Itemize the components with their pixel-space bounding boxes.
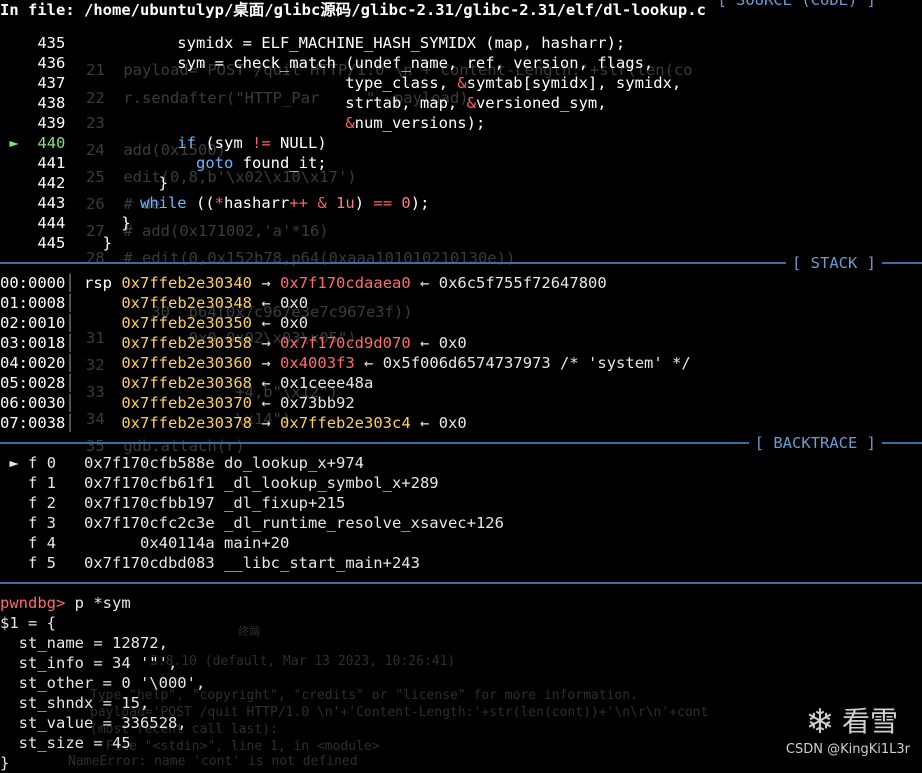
watermark-credit: CSDN @KingKi1L3r bbox=[785, 742, 910, 757]
console-output-line: st_info = 34 '"', bbox=[0, 654, 178, 672]
source-line: 435 symidx = ELF_MACHINE_HASH_SYMIDX (ma… bbox=[37, 34, 626, 52]
source-section-title: [ SOURCE (CODE) ] bbox=[711, 0, 882, 10]
source-line: 437 type_class, &symtab[symidx], symidx, bbox=[37, 74, 682, 92]
stack-row: 07:0038│ 0x7ffeb2e30378 → 0x7ffeb2e303c4… bbox=[0, 414, 467, 432]
stack-row: 06:0030│ 0x7ffeb2e30370 ← 0x73bb92 bbox=[0, 394, 355, 412]
stack-row: 04:0020│ 0x7ffeb2e30360 → 0x4003f3 ← 0x5… bbox=[0, 354, 691, 372]
stack-row: 02:0010│ 0x7ffeb2e30350 ← 0x0 bbox=[0, 314, 309, 332]
current-frame-marker: ► bbox=[9, 454, 19, 472]
snowflake-icon: ❄ bbox=[805, 702, 834, 742]
source-line: 438 strtab, map, &versioned_sym, bbox=[37, 94, 607, 112]
console-output-line: st_other = 0 '\000', bbox=[0, 674, 206, 692]
console-output-line: st_value = 336528, bbox=[0, 714, 187, 732]
console-divider bbox=[0, 582, 922, 584]
source-line: 441 goto found_it; bbox=[37, 154, 327, 172]
console-output-line: st_size = 45 bbox=[0, 734, 131, 752]
backtrace-frame: f 3 0x7f170cfc2c3e _dl_runtime_resolve_x… bbox=[28, 514, 504, 532]
stack-row: 03:0018│ 0x7ffeb2e30358 → 0x7f170cd9d070… bbox=[0, 334, 467, 352]
current-line-marker: ► bbox=[9, 134, 19, 152]
console-input-line[interactable]: pwndbg> p *sym bbox=[0, 593, 131, 613]
source-line: 436 sym = check_match (undef_name, ref, … bbox=[37, 54, 654, 72]
watermark-brand: ❄ 看雪 bbox=[805, 702, 898, 742]
stack-row: 00:0000│ rsp 0x7ffeb2e30340 → 0x7f170cda… bbox=[0, 274, 607, 292]
backtrace-frame: f 2 0x7f170cfbb197 _dl_fixup+215 bbox=[28, 494, 346, 512]
console-output-line: st_name = 12872, bbox=[0, 634, 168, 652]
source-line: 442 } bbox=[37, 174, 168, 192]
console-prompt: pwndbg> bbox=[0, 594, 66, 612]
stack-divider bbox=[0, 262, 922, 264]
stack-section-title: [ STACK ] bbox=[786, 253, 882, 273]
file-label: In file: bbox=[0, 1, 84, 19]
console-command[interactable]: p *sym bbox=[65, 594, 131, 612]
ghost-terminal-line: NameError: name 'cont' is not defined bbox=[68, 754, 358, 769]
backtrace-frame: f 1 0x7f170cfb61f1 _dl_lookup_symbol_x+2… bbox=[28, 474, 439, 492]
file-path: /home/ubuntulyp/桌面/glibc源码/glibc-2.31/gl… bbox=[84, 1, 706, 19]
console-output-line: } bbox=[0, 754, 10, 772]
backtrace-section-title: [ BACKTRACE ] bbox=[748, 433, 882, 453]
console-output-line: $1 = { bbox=[0, 614, 56, 632]
source-line: 444 } bbox=[37, 214, 131, 232]
stack-row: 05:0028│ 0x7ffeb2e30368 ← 0x1ceee48a bbox=[0, 374, 374, 392]
console-output-line: st_shndx = 15, bbox=[0, 694, 150, 712]
ghost-tab: 终端 bbox=[238, 625, 260, 638]
ghost-terminal-line: 3.8.10 (default, Mar 13 2023, 10:26:41) bbox=[150, 654, 456, 669]
stack-row: 01:0008│ 0x7ffeb2e30348 ← 0x0 bbox=[0, 294, 309, 312]
source-line-current: ► 440 if (sym != NULL) bbox=[9, 134, 327, 152]
backtrace-frame: f 4 0x40114a main+20 bbox=[28, 534, 290, 552]
ghost-line: 28 # edit(0,0x152b78,p64(0xaaa1010102101… bbox=[86, 249, 516, 267]
backtrace-frame: f 5 0x7f170cdbd083 __libc_start_main+243 bbox=[28, 554, 420, 572]
source-line: 445 } bbox=[37, 234, 112, 252]
source-line: 443 while ((*hasharr++ & 1u) == 0); bbox=[37, 194, 430, 212]
backtrace-frame: ► f 0 0x7f170cfb588e do_lookup_x+974 bbox=[9, 454, 365, 472]
source-line: 439 &num_versions); bbox=[37, 114, 486, 132]
